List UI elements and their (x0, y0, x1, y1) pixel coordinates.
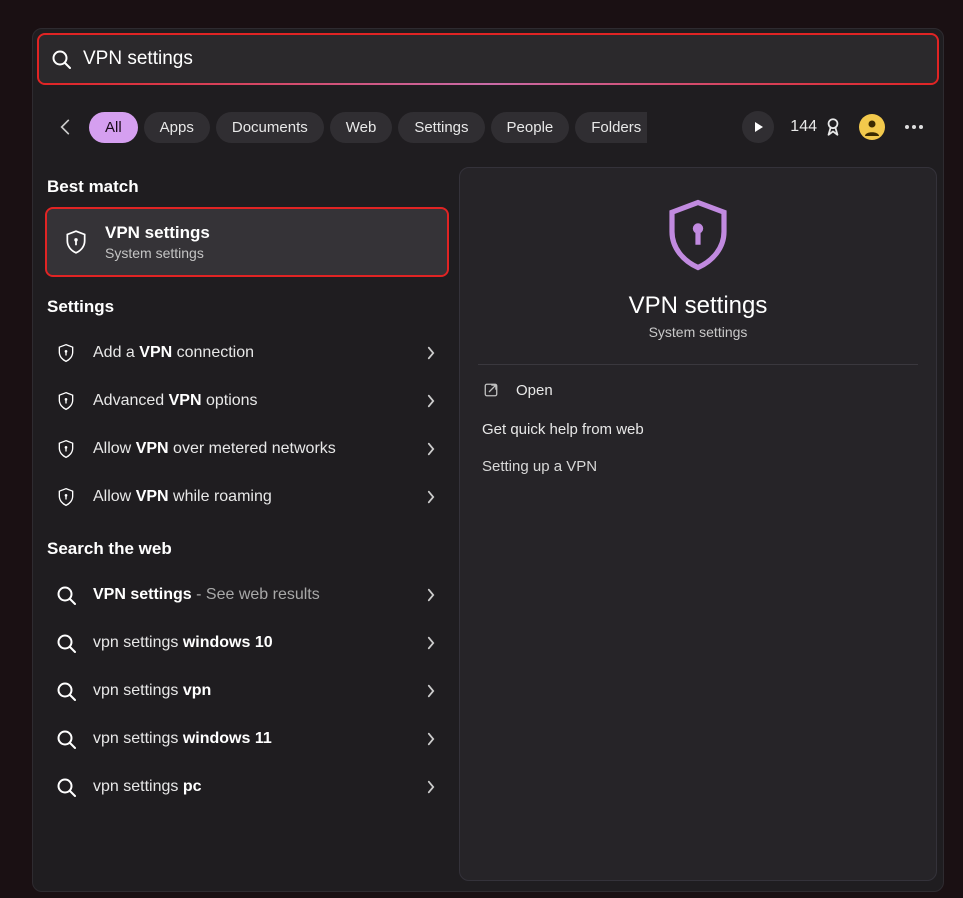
user-avatar[interactable] (859, 114, 885, 140)
medal-icon (823, 117, 843, 137)
result-label: vpn settings vpn (93, 682, 411, 700)
chevron-right-icon (427, 394, 435, 408)
shield-icon (55, 439, 77, 459)
search-icon (55, 633, 77, 653)
expand-filters-button[interactable] (742, 111, 774, 143)
search-bar[interactable] (39, 35, 937, 83)
filter-folders[interactable]: Folders (575, 112, 647, 143)
open-action[interactable]: Open (460, 365, 936, 415)
result-label: Allow VPN over metered networks (93, 440, 411, 458)
shield-icon (55, 391, 77, 411)
settings-result-add-vpn[interactable]: Add a VPN connection (47, 329, 447, 377)
filter-row: All Apps Documents Web Settings People F… (49, 105, 927, 149)
chevron-right-icon (427, 442, 435, 456)
back-button[interactable] (49, 111, 81, 143)
result-label: vpn settings windows 10 (93, 634, 411, 652)
result-label: vpn settings windows 11 (93, 730, 411, 748)
shield-icon (55, 487, 77, 507)
chevron-right-icon (427, 588, 435, 602)
filter-web[interactable]: Web (330, 112, 393, 143)
result-label: vpn settings pc (93, 778, 411, 796)
filter-people[interactable]: People (491, 112, 570, 143)
filter-chips: All Apps Documents Web Settings People F… (89, 112, 647, 143)
open-label: Open (516, 382, 553, 399)
header-right-cluster: 144 (742, 111, 927, 143)
search-icon (55, 777, 77, 797)
person-icon (863, 118, 881, 136)
chevron-right-icon (427, 636, 435, 650)
web-result-1[interactable]: vpn settings windows 10 (47, 619, 447, 667)
search-icon (55, 729, 77, 749)
chevron-right-icon (427, 732, 435, 746)
help-link-setup-vpn[interactable]: Setting up a VPN (482, 458, 914, 475)
search-icon (55, 585, 77, 605)
quick-help-heading: Get quick help from web (482, 421, 914, 438)
chevron-right-icon (427, 490, 435, 504)
result-label: Allow VPN while roaming (93, 488, 411, 506)
search-web-heading: Search the web (47, 539, 447, 559)
filter-all[interactable]: All (89, 112, 138, 143)
preview-title: VPN settings (460, 292, 936, 320)
preview-subtitle: System settings (460, 324, 936, 340)
rewards-points[interactable]: 144 (790, 117, 843, 137)
chevron-right-icon (427, 684, 435, 698)
result-label: Add a VPN connection (93, 344, 411, 362)
best-match-subtitle: System settings (105, 245, 210, 261)
search-input[interactable] (83, 48, 925, 70)
chevron-right-icon (427, 346, 435, 360)
shield-large-icon (659, 196, 737, 274)
settings-heading: Settings (47, 297, 447, 317)
web-result-2[interactable]: vpn settings vpn (47, 667, 447, 715)
filter-apps[interactable]: Apps (144, 112, 210, 143)
preview-panel: VPN settings System settings Open Get qu… (459, 167, 937, 881)
points-value: 144 (790, 118, 817, 136)
web-result-3[interactable]: vpn settings windows 11 (47, 715, 447, 763)
best-match-heading: Best match (47, 177, 447, 197)
web-result-0[interactable]: VPN settings - See web results (47, 571, 447, 619)
best-match-title: VPN settings (105, 223, 210, 243)
shield-icon (63, 229, 89, 255)
result-label: VPN settings - See web results (93, 586, 411, 604)
settings-result-roaming[interactable]: Allow VPN while roaming (47, 473, 447, 521)
ellipsis-icon (905, 125, 923, 129)
search-icon (55, 681, 77, 701)
result-label: Advanced VPN options (93, 392, 411, 410)
open-icon (482, 381, 500, 399)
results-column: Best match VPN settings System settings … (47, 167, 447, 811)
settings-result-metered[interactable]: Allow VPN over metered networks (47, 425, 447, 473)
settings-result-advanced-vpn[interactable]: Advanced VPN options (47, 377, 447, 425)
more-button[interactable] (901, 125, 927, 129)
shield-icon (55, 343, 77, 363)
search-focus-underline (39, 83, 937, 85)
filter-documents[interactable]: Documents (216, 112, 324, 143)
search-icon (51, 49, 71, 69)
best-match-result[interactable]: VPN settings System settings (47, 209, 447, 275)
search-window: All Apps Documents Web Settings People F… (32, 28, 944, 892)
chevron-right-icon (427, 780, 435, 794)
web-result-4[interactable]: vpn settings pc (47, 763, 447, 811)
filter-settings[interactable]: Settings (398, 112, 484, 143)
